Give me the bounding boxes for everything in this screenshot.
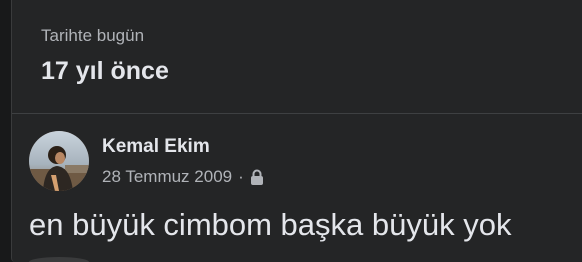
lock-icon — [250, 169, 264, 185]
avatar-photo — [29, 131, 89, 191]
memory-card: Tarihte bugün 17 yıl önce Kemal Ekim 28 … — [11, 0, 582, 262]
post-meta: 28 Temmuz 2009 · — [102, 166, 264, 188]
post-text: en büyük cimbom başka büyük yok — [29, 207, 512, 242]
divider — [12, 113, 582, 114]
post-date[interactable]: 28 Temmuz 2009 — [102, 167, 232, 187]
post-author[interactable]: Kemal Ekim — [102, 136, 210, 158]
memory-subtitle: Tarihte bugün — [41, 26, 145, 45]
avatar[interactable] — [29, 131, 89, 191]
next-content-hint — [29, 257, 89, 262]
memory-title: 17 yıl önce — [41, 57, 169, 85]
memory-header: Tarihte bugün 17 yıl önce — [12, 0, 582, 113]
meta-separator: · — [238, 167, 244, 186]
